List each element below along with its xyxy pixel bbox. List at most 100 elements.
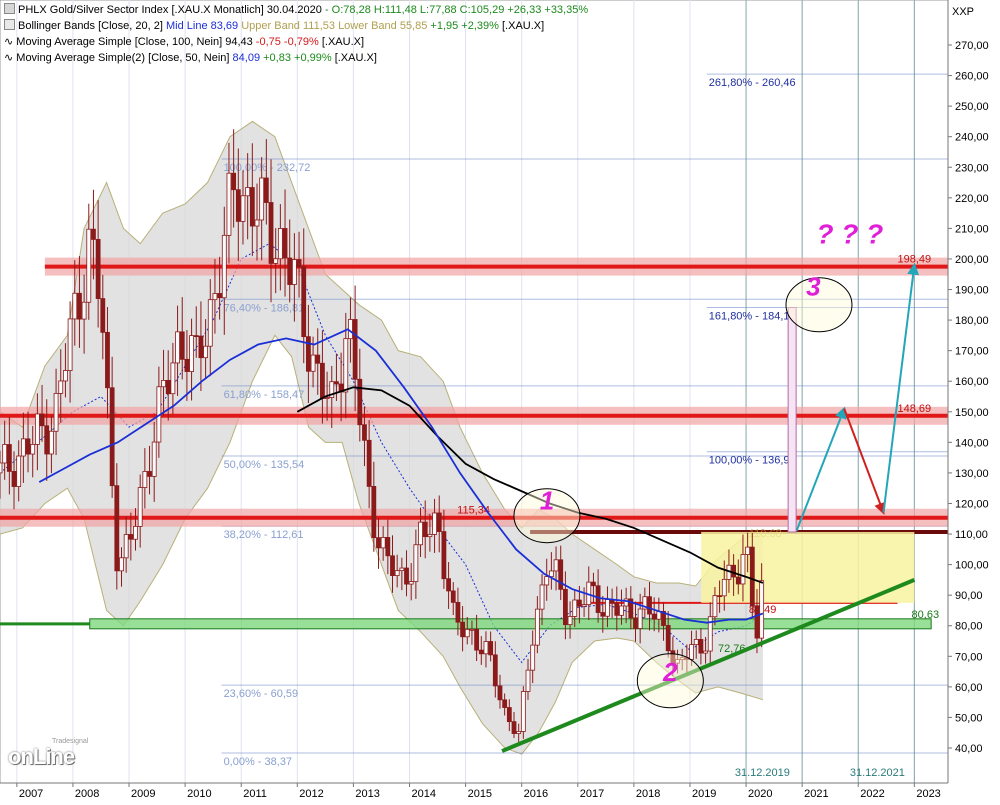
candle-body [133,526,138,540]
y-tick-label: 230,00 [955,162,989,174]
candle-body [105,331,110,389]
candle-body [721,578,727,597]
candle-body [16,455,22,487]
candle-body [380,537,386,549]
candle-body [147,471,152,477]
legend-row-bollinger[interactable]: Bollinger Bands [Close, 20, 2] Mid Line … [4,18,588,34]
legend-bollinger-upper: Upper Band 111,53 [241,20,335,32]
candle-body [189,335,194,372]
price-swatch-icon [4,3,15,14]
candle-body [506,707,512,723]
candle-body [478,649,484,655]
candle-body [408,581,414,585]
legend-row-ma50[interactable]: ∿ Moving Average Simple(2) [Close, 50, N… [4,50,588,66]
support-label: 80,63 [912,609,940,621]
candle-body [759,580,765,639]
candle-body [492,654,498,687]
candle-body [605,599,610,617]
candle-body [455,601,461,623]
candle-body [698,639,704,654]
candle-body [273,258,279,264]
candle-body [488,641,494,656]
candle-body [591,581,596,587]
y-tick-label: 270,00 [955,40,989,52]
candle-body [198,335,204,359]
fibonacci-label: 76,40% - 186,81 [224,302,305,314]
fibonacci-label: 100,00% - 136,93 [709,455,796,467]
legend-price-title: PHLX Gold/Silver Sector Index [.XAU.X Mo… [18,4,322,16]
y-tick-label: 260,00 [955,71,989,83]
candle-body [497,685,503,701]
candle-body [142,471,148,488]
date-label: 31.12.2021 [850,767,905,779]
legend-ma50-change: +0,83 +0,99% [263,52,332,64]
wave-label: 1 [540,486,554,516]
candle-body [731,564,737,578]
fibonacci-label: 23,60% - 60,59 [224,688,299,700]
chart-canvas: 0,00% - 38,37 23,60% - 60,59 38,20% - 112,… [0,0,1000,800]
candle-body [231,172,237,191]
candle-body [548,570,554,578]
candle-body [315,354,321,364]
candle-body [371,486,377,539]
fibonacci-label: 61,80% - 158,47 [224,389,305,401]
date-label: 31.12.2019 [735,767,790,779]
legend-row-price[interactable]: PHLX Gold/Silver Sector Index [.XAU.X Mo… [4,2,588,18]
candle-body [100,298,106,333]
candle-body [399,567,405,572]
ma-wave-icon: ∿ [4,36,14,48]
candle-body [422,521,428,538]
candle-body [203,345,208,359]
candle-body [595,585,601,613]
candle-body [34,413,40,445]
fibonacci-label: 100,00% - 232,72 [224,162,311,174]
candle-body [357,378,363,426]
y-tick-label: 90,00 [955,590,983,602]
candle-body [441,531,447,580]
candle-body [362,424,367,441]
y-tick-label: 40,00 [955,743,983,755]
candle-body [72,292,78,320]
wave-label: 2 [662,657,678,687]
candle-body [282,228,288,259]
x-tick-label: 2020 [748,788,772,800]
candle-body [151,441,157,477]
candle-body [745,546,751,555]
y-tick-label: 50,00 [955,712,983,724]
legend-ma50-symbol: [.XAU.X] [331,52,377,64]
x-tick-label: 2012 [299,788,323,800]
candle-body [254,219,260,227]
candle-body [301,266,307,338]
x-tick-label: 2016 [524,788,548,800]
candle-body [119,557,124,572]
tradesignal-logo: onLine Tradesignal [8,738,89,769]
candle-body [175,331,180,364]
candle-body [520,691,526,732]
candle-body [334,381,339,385]
candle-body [502,699,508,708]
candle-body [572,599,578,617]
candle-body [161,379,166,388]
candle-body [91,228,96,240]
candle-body [348,319,353,340]
target-projection-bar [787,306,797,533]
x-tick-label: 2015 [468,788,492,800]
candle-body [740,554,746,585]
candle-body [637,608,643,629]
candle-body [221,234,227,299]
candle-body [352,319,358,380]
candle-body [310,354,316,372]
candle-body [511,721,517,734]
legend-ma50-title: Moving Average Simple(2) [Close, 50, Nei… [16,52,233,64]
candle-body [366,439,372,487]
legend-row-ma100[interactable]: ∿ Moving Average Simple [Close, 100, Nei… [4,34,588,50]
y-axis-unit-label: XXP [952,6,974,18]
x-tick-label: 2014 [411,788,435,800]
legend-bollinger-change: +1,95 +2,39% [430,20,499,32]
y-tick-label: 210,00 [955,223,989,235]
candle-body [128,534,134,540]
candle-body [394,570,400,576]
resistance-label: 198,49 [898,254,932,266]
candle-body [544,576,550,586]
candle-body [436,512,442,532]
